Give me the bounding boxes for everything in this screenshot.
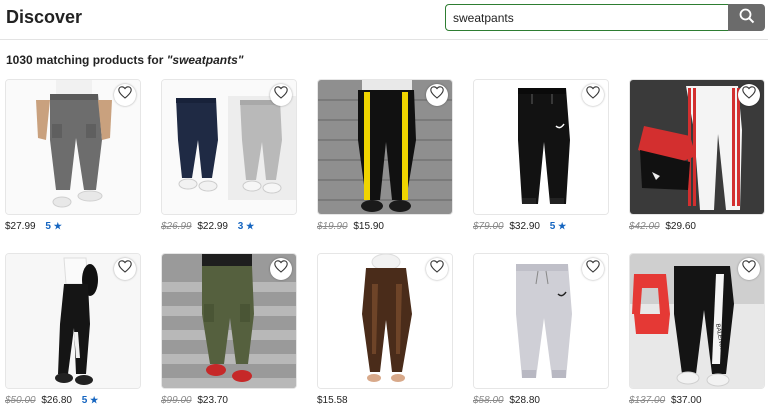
page-title: Discover <box>6 7 83 27</box>
favorite-button[interactable] <box>738 258 760 280</box>
star-icon: ★ <box>53 221 62 231</box>
original-price: $79.00 <box>473 221 504 232</box>
favorite-button[interactable] <box>582 84 604 106</box>
results-query: "sweatpants" <box>166 53 244 67</box>
original-price: $58.00 <box>473 395 504 406</box>
favorite-button[interactable] <box>426 84 448 106</box>
heart-icon <box>586 86 600 104</box>
results-count: 1030 matching products for <box>6 53 164 67</box>
original-price: $26.99 <box>161 221 192 232</box>
top-bar: Discover <box>0 0 768 40</box>
search-button[interactable] <box>728 4 765 31</box>
heart-icon <box>118 86 132 104</box>
heart-icon <box>586 260 600 278</box>
price-row: $27.99 5 ★ <box>5 221 62 232</box>
heart-icon <box>430 86 444 104</box>
original-price: $42.00 <box>629 221 660 232</box>
search-bar <box>445 4 765 31</box>
star-icon: ★ <box>558 221 567 231</box>
rating: 3 ★ <box>238 221 254 232</box>
heart-icon <box>274 86 288 104</box>
favorite-button[interactable] <box>582 258 604 280</box>
current-price: $29.60 <box>665 221 696 232</box>
heart-icon <box>430 260 444 278</box>
current-price: $26.80 <box>41 395 72 406</box>
current-price: $15.90 <box>353 221 384 232</box>
results-summary: 1030 matching products for "sweatpants" <box>6 53 243 67</box>
favorite-button[interactable] <box>426 258 448 280</box>
price-row: $79.00 $32.90 5 ★ <box>473 221 566 232</box>
heart-icon <box>742 260 756 278</box>
price-row: $19.90 $15.90 <box>317 221 384 232</box>
price-row: $15.58 <box>317 395 348 406</box>
price-row: $137.00 $37.00 <box>629 395 702 406</box>
search-input[interactable] <box>445 4 729 31</box>
price-row: $99.00 $23.70 <box>161 395 228 406</box>
price-row: $50.00 $26.80 5 ★ <box>5 395 98 406</box>
favorite-button[interactable] <box>114 84 136 106</box>
original-price: $137.00 <box>629 395 666 406</box>
star-icon: ★ <box>90 395 99 405</box>
search-icon <box>739 8 755 27</box>
favorite-button[interactable] <box>114 258 136 280</box>
favorite-button[interactable] <box>738 84 760 106</box>
rating: 5 ★ <box>82 395 98 406</box>
current-price: $37.00 <box>670 395 702 406</box>
rating-value: 5 <box>549 221 556 232</box>
rating: 5 ★ <box>45 221 61 232</box>
favorite-button[interactable] <box>270 84 292 106</box>
rating-value: 5 <box>45 221 51 232</box>
heart-icon <box>274 260 288 278</box>
original-price: $19.90 <box>317 221 348 232</box>
original-price: $99.00 <box>161 395 192 406</box>
original-price: $50.00 <box>5 395 36 406</box>
star-icon: ★ <box>246 221 255 231</box>
current-price: $27.99 <box>5 221 36 232</box>
current-price: $28.80 <box>509 395 540 406</box>
rating: 5 ★ <box>550 221 566 232</box>
current-price: $32.90 <box>509 221 540 232</box>
heart-icon <box>742 86 756 104</box>
rating-value: 3 <box>237 221 244 232</box>
price-row: $58.00 $28.80 <box>473 395 540 406</box>
favorite-button[interactable] <box>270 258 292 280</box>
rating-value: 5 <box>81 395 88 406</box>
heart-icon <box>118 260 132 278</box>
price-row: $26.99 $22.99 3 ★ <box>161 221 254 232</box>
current-price: $23.70 <box>197 395 228 406</box>
current-price: $22.99 <box>197 221 228 232</box>
price-row: $42.00 $29.60 <box>629 221 696 232</box>
current-price: $15.58 <box>317 395 348 406</box>
